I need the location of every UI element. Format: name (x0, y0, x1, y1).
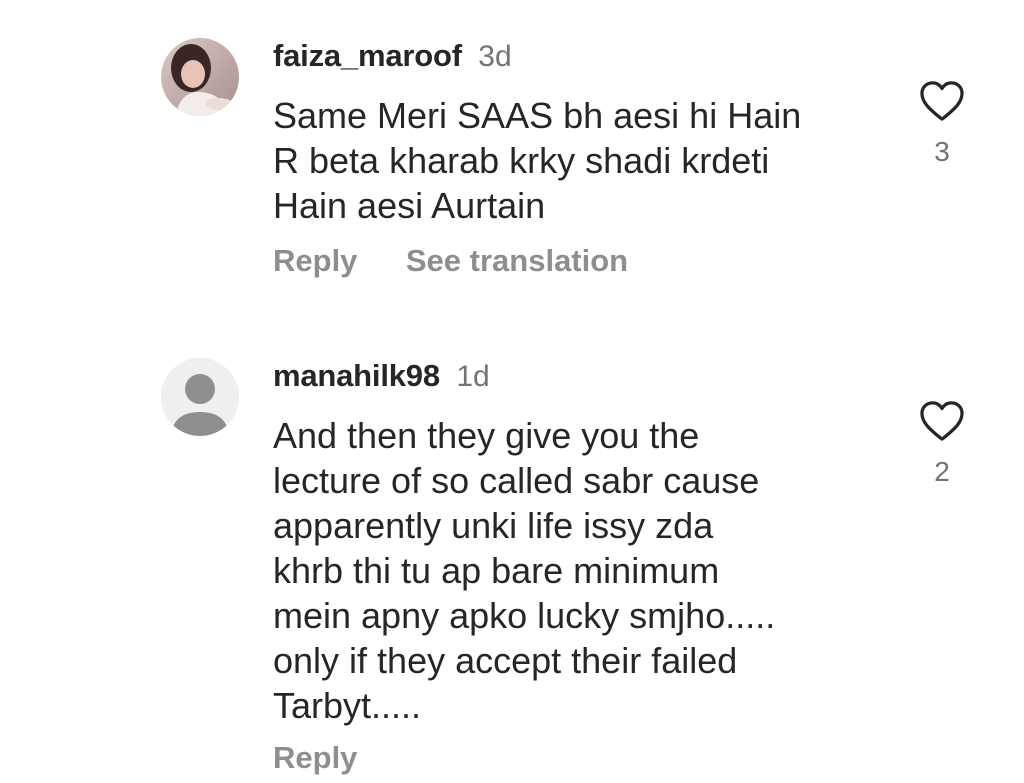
default-avatar-icon (161, 358, 239, 436)
comment-line: only if they accept their failed (273, 640, 738, 681)
like-count: 3 (934, 136, 950, 167)
comment-line: R beta kharab krky shadi krdeti (273, 140, 770, 181)
reply-button[interactable]: Reply (273, 740, 357, 775)
comment-actions: Reply (273, 740, 401, 776)
comment-line: khrb thi tu ap bare minimum (273, 550, 720, 591)
comment-actions: Reply See translation (273, 243, 672, 279)
like-control: 2 (916, 400, 968, 488)
comment-line: Tarbyt..... (273, 685, 422, 726)
see-translation-button[interactable]: See translation (406, 243, 628, 278)
reply-button[interactable]: Reply (273, 243, 357, 278)
heart-outline-icon[interactable] (919, 80, 965, 122)
comment-line: lecture of so called sabr cause (273, 460, 760, 501)
comment-line: Hain aesi Aurtain (273, 185, 546, 226)
comment-line: And then they give you the (273, 415, 700, 456)
profile-photo-icon (161, 38, 239, 116)
avatar[interactable] (161, 358, 239, 436)
timestamp: 1d (456, 360, 490, 393)
like-count: 2 (934, 456, 950, 487)
comment-header: faiza_maroof 3d (273, 38, 512, 74)
comment-line: apparently unki life issy zda (273, 505, 714, 546)
username[interactable]: faiza_maroof (273, 38, 462, 73)
username[interactable]: manahilk98 (273, 358, 440, 393)
timestamp: 3d (478, 40, 512, 73)
heart-outline-icon[interactable] (919, 400, 965, 442)
comment-header: manahilk98 1d (273, 358, 490, 394)
comment-line: mein apny apko lucky smjho..... (273, 595, 776, 636)
comment-text: And then they give you the lecture of so… (273, 413, 775, 728)
avatar[interactable] (161, 38, 239, 116)
like-control: 3 (916, 80, 968, 168)
comment-line: Same Meri SAAS bh aesi hi Hain (273, 95, 802, 136)
comment-text: Same Meri SAAS bh aesi hi Hain R beta kh… (273, 93, 801, 228)
